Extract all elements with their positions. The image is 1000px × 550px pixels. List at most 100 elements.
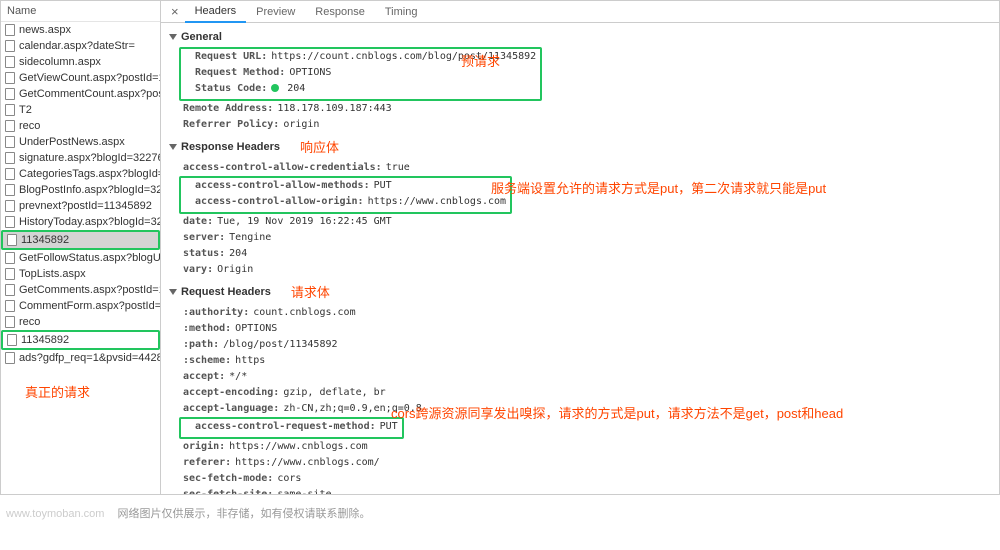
header-value: PUT xyxy=(380,420,398,434)
annotation-server-allow: 服务端设置允许的请求方式是put，第二次请求就只能是put xyxy=(491,178,826,197)
header-key: Referrer Policy: xyxy=(183,118,279,132)
tab-response[interactable]: Response xyxy=(305,2,375,22)
highlight-box-sidebar: 11345892 xyxy=(1,330,160,350)
file-icon xyxy=(5,268,15,280)
header-key: sec-fetch-mode: xyxy=(183,472,273,486)
sidebar-header: Name xyxy=(1,1,160,22)
tab-preview[interactable]: Preview xyxy=(246,2,305,22)
file-icon xyxy=(7,334,17,346)
request-list-item[interactable]: sidecolumn.aspx xyxy=(1,54,160,70)
header-key: accept-language: xyxy=(183,402,279,416)
file-icon xyxy=(5,168,15,180)
header-value: /blog/post/11345892 xyxy=(223,338,337,352)
header-value: https xyxy=(235,354,265,368)
file-icon xyxy=(5,216,15,228)
headers-content: General Request URL: https://count.cnblo… xyxy=(161,23,999,494)
header-value: cors xyxy=(277,472,301,486)
request-list-item[interactable]: 11345892 xyxy=(3,332,158,348)
header-key: vary: xyxy=(183,263,213,277)
header-row: accept: */* xyxy=(169,369,991,385)
request-list-label: TopLists.aspx xyxy=(19,268,86,280)
tab-headers[interactable]: Headers xyxy=(185,1,247,23)
header-key: sec-fetch-site: xyxy=(183,488,273,494)
header-value: Tengine xyxy=(229,231,271,245)
header-row: Referrer Policy: origin xyxy=(169,117,991,133)
header-key: access-control-allow-methods: xyxy=(195,179,370,193)
triangle-down-icon xyxy=(169,289,177,295)
header-value: origin xyxy=(283,118,319,132)
header-row: access-control-allow-credentials: true xyxy=(169,160,991,176)
tab-bar: × Headers Preview Response Timing xyxy=(161,1,999,23)
request-list-label: 11345892 xyxy=(21,334,69,346)
request-list-item[interactable]: reco xyxy=(1,314,160,330)
close-icon[interactable]: × xyxy=(165,1,185,22)
file-icon xyxy=(5,120,15,132)
request-list-item[interactable]: GetComments.aspx?postId=113... xyxy=(1,282,160,298)
request-list-item[interactable]: GetFollowStatus.aspx?blogUser... xyxy=(1,250,160,266)
section-request-headers[interactable]: Request Headers 请求体 xyxy=(169,278,991,305)
header-row: vary: Origin xyxy=(169,262,991,278)
header-row: sec-fetch-mode: cors xyxy=(169,471,991,487)
request-list-item[interactable]: CommentForm.aspx?postId=11... xyxy=(1,298,160,314)
request-list-item[interactable]: news.aspx xyxy=(1,22,160,38)
header-key: date: xyxy=(183,215,213,229)
main-panel: × Headers Preview Response Timing Genera… xyxy=(161,1,999,494)
file-icon xyxy=(5,152,15,164)
triangle-down-icon xyxy=(169,34,177,40)
header-value: 204 xyxy=(271,82,305,96)
file-icon xyxy=(7,234,17,246)
request-list-sidebar: Name news.aspx calendar.aspx?dateStr= side… xyxy=(1,1,161,494)
request-list-item[interactable]: GetViewCount.aspx?postId=113... xyxy=(1,70,160,86)
request-list-item[interactable]: CategoriesTags.aspx?blogId=32... xyxy=(1,166,160,182)
file-icon xyxy=(5,40,15,52)
request-list-label: CategoriesTags.aspx?blogId=32... xyxy=(19,168,160,180)
header-row: :scheme: https xyxy=(169,353,991,369)
header-key: :method: xyxy=(183,322,231,336)
request-list-item[interactable]: T2 xyxy=(1,102,160,118)
request-list-item[interactable]: UnderPostNews.aspx xyxy=(1,134,160,150)
section-response-headers[interactable]: Response Headers 响应体 xyxy=(169,133,991,160)
section-general[interactable]: General xyxy=(169,27,991,47)
request-list-item[interactable]: ads?gdfp_req=1&pvsid=442815... xyxy=(1,350,160,366)
request-list-item[interactable]: HistoryToday.aspx?blogId=3227... xyxy=(1,214,160,230)
footer: www.toymoban.com 网络图片仅供展示，非存储，如有侵权请联系删除。 xyxy=(0,495,1000,531)
request-list-item[interactable]: BlogPostInfo.aspx?blogId=3227... xyxy=(1,182,160,198)
header-key: access-control-allow-origin: xyxy=(195,195,364,209)
request-list-item[interactable]: prevnext?postId=11345892 xyxy=(1,198,160,214)
header-row: status: 204 xyxy=(169,246,991,262)
tab-timing[interactable]: Timing xyxy=(375,2,428,22)
request-list-label: reco xyxy=(19,316,40,328)
request-list-label: UnderPostNews.aspx xyxy=(19,136,125,148)
header-row: :method: OPTIONS xyxy=(169,321,991,337)
request-list-label: signature.aspx?blogId=322763 xyxy=(19,152,160,164)
header-row: date: Tue, 19 Nov 2019 16:22:45 GMT xyxy=(169,214,991,230)
request-list-item[interactable]: 11345892 xyxy=(3,232,158,248)
request-list-label: ads?gdfp_req=1&pvsid=442815... xyxy=(19,352,160,364)
header-key: accept: xyxy=(183,370,225,384)
file-icon xyxy=(5,56,15,68)
request-list-label: GetComments.aspx?postId=113... xyxy=(19,284,160,296)
header-key: Request Method: xyxy=(195,66,285,80)
request-list-item[interactable]: signature.aspx?blogId=322763 xyxy=(1,150,160,166)
header-row: access-control-allow-methods: PUT xyxy=(181,178,506,194)
request-list-label: GetViewCount.aspx?postId=113... xyxy=(19,72,160,84)
request-list-item[interactable]: calendar.aspx?dateStr= xyxy=(1,38,160,54)
request-list-item[interactable]: reco xyxy=(1,118,160,134)
request-list-label: calendar.aspx?dateStr= xyxy=(19,40,135,52)
header-key: status: xyxy=(183,247,225,261)
request-list-item[interactable]: TopLists.aspx xyxy=(1,266,160,282)
file-icon xyxy=(5,252,15,264)
header-key: accept-encoding: xyxy=(183,386,279,400)
section-title: Request Headers xyxy=(181,286,271,298)
header-key: Status Code: xyxy=(195,82,267,96)
highlight-box-allow-methods: access-control-allow-methods: PUTaccess-… xyxy=(179,176,512,214)
request-list-label: 11345892 xyxy=(21,234,69,246)
header-key: access-control-request-method: xyxy=(195,420,376,434)
footer-text: 网络图片仅供展示，非存储，如有侵权请联系删除。 xyxy=(118,508,371,520)
header-key: server: xyxy=(183,231,225,245)
request-list-label: BlogPostInfo.aspx?blogId=3227... xyxy=(19,184,160,196)
request-list-item[interactable]: GetCommentCount.aspx?postId... xyxy=(1,86,160,102)
devtools-panel: Name news.aspx calendar.aspx?dateStr= side… xyxy=(0,0,1000,495)
file-icon xyxy=(5,284,15,296)
file-icon xyxy=(5,104,15,116)
